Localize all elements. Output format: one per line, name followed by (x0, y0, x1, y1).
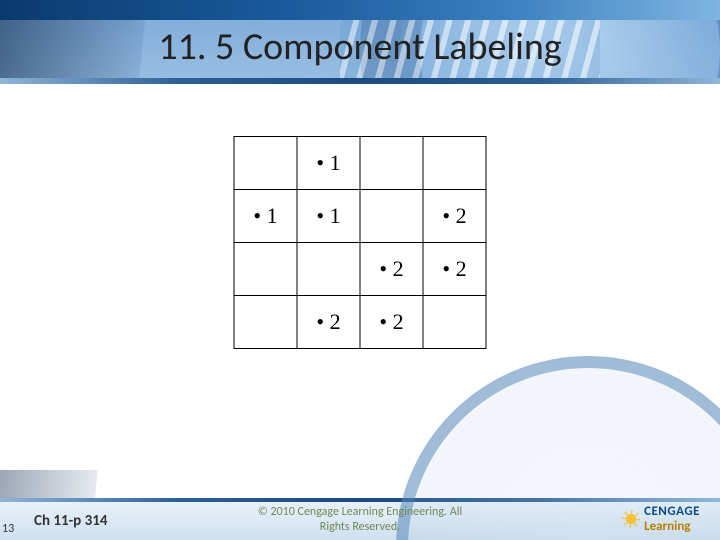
grid-table: • 1 • 1 • 1 • 2 • 2 • 2 • 2 • 2 (234, 136, 487, 349)
cell-0-1: • 1 (297, 137, 360, 190)
decor-top-accent (0, 0, 720, 20)
logo-brand-primary: CENGAGE (644, 504, 700, 519)
cell-2-2: • 2 (360, 243, 423, 296)
cell-2-3: • 2 (423, 243, 486, 296)
cell-1-3: • 2 (423, 190, 486, 243)
cell-1-1: • 1 (297, 190, 360, 243)
publisher-logo: CENGAGE Learning (622, 504, 700, 534)
cell-3-1: • 2 (297, 296, 360, 349)
cell-3-0 (234, 296, 297, 349)
copyright-line-1: © 2010 Cengage Learning Engineering. All (258, 505, 462, 519)
copyright-line-2: Rights Reserved. (320, 520, 400, 534)
cell-3-3 (423, 296, 486, 349)
logo-text: CENGAGE Learning (644, 504, 700, 534)
cell-0-3 (423, 137, 486, 190)
cell-2-1 (297, 243, 360, 296)
slide: 11. 5 Component Labeling • 1 • 1 • 1 • 2… (0, 0, 720, 540)
cell-2-0 (234, 243, 297, 296)
cell-0-2 (360, 137, 423, 190)
cell-0-0 (234, 137, 297, 190)
copyright-text: © 2010 Cengage Learning Engineering. All… (0, 505, 720, 534)
cell-1-0: • 1 (234, 190, 297, 243)
labeling-grid: • 1 • 1 • 1 • 2 • 2 • 2 • 2 • 2 (234, 136, 487, 349)
cell-1-2 (360, 190, 423, 243)
slide-title: 11. 5 Component Labeling (0, 24, 720, 70)
logo-brand-secondary: Learning (644, 519, 700, 534)
starburst-icon (622, 510, 640, 528)
cell-3-2: • 2 (360, 296, 423, 349)
